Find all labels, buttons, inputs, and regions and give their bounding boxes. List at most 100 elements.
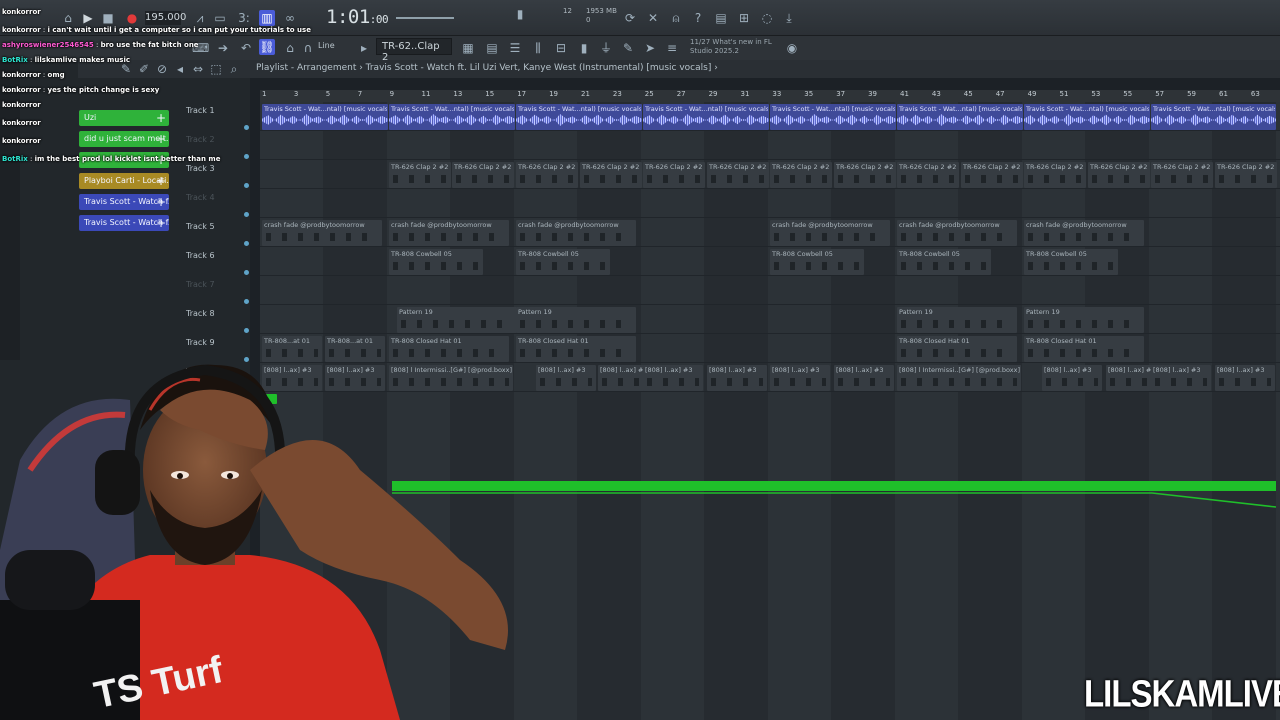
pattern-clip[interactable]: TR-626 Clap 2 #2: [1151, 162, 1213, 188]
pattern-selector[interactable]: TR-62..Clap 2: [376, 38, 452, 63]
browser-icon[interactable]: ⊟: [553, 40, 569, 56]
track-lane[interactable]: [260, 131, 1280, 160]
track-mute-led[interactable]: [244, 154, 249, 159]
pattern-clip[interactable]: TR-626 Clap 2 #2: [389, 162, 451, 188]
pattern-clip[interactable]: [808] l Intermissi..[G#] [@prod.boxx]: [897, 365, 1021, 391]
chat-username[interactable]: konkorror: [2, 71, 41, 79]
pattern-clip[interactable]: crash fade @prodbytoomorrow: [897, 220, 1017, 246]
brush-icon[interactable]: ✐: [136, 61, 152, 77]
pattern-clip[interactable]: [808] l..ax] #3: [707, 365, 767, 391]
pattern-clip[interactable]: TR-808 Closed Hat 01: [1024, 336, 1144, 362]
piano-roll-icon[interactable]: ▦: [460, 40, 476, 56]
pattern-clip[interactable]: TR-808 Cowbell 05: [897, 249, 991, 275]
picker-clip-1[interactable]: did u just scam me t... +: [79, 131, 169, 147]
picker-clip-4[interactable]: Travis Scott - Watch f... +: [79, 194, 169, 210]
pattern-clip[interactable]: TR-626 Clap 2 #2: [1088, 162, 1150, 188]
chat-username[interactable]: konkorror: [2, 101, 41, 109]
pattern-clip[interactable]: crash fade @prodbytoomorrow: [770, 220, 890, 246]
pattern-clip[interactable]: TR-626 Clap 2 #2: [1024, 162, 1086, 188]
add-icon[interactable]: +: [156, 215, 166, 231]
pattern-clip[interactable]: TR-626 Clap 2 #2: [770, 162, 832, 188]
add-icon[interactable]: +: [156, 110, 166, 126]
pattern-clip[interactable]: crash fade @prodbytoomorrow: [1024, 220, 1144, 246]
pat-song-toggle-icon[interactable]: ⌂: [60, 10, 76, 26]
audio-clip[interactable]: Travis Scott - Wat...ntal) [music vocals…: [516, 104, 642, 130]
add-icon[interactable]: +: [156, 173, 166, 189]
track-mute-led[interactable]: [244, 299, 249, 304]
pattern-clip[interactable]: TR-626 Clap 2 #2: [897, 162, 959, 188]
touch-icon[interactable]: ➤: [642, 40, 658, 56]
zoom-icon[interactable]: ⌕: [226, 61, 242, 77]
track-header-1[interactable]: Track 1: [186, 106, 215, 115]
chat-username[interactable]: ashyroswiener2546545: [2, 41, 94, 49]
audio-clip[interactable]: Travis Scott - Wat...ntal) [music vocals…: [389, 104, 515, 130]
pattern-clip[interactable]: [808] l..ax] #3: [536, 365, 596, 391]
pattern-clip[interactable]: Pattern 19: [516, 307, 636, 333]
play-pattern-icon[interactable]: ▸: [356, 40, 372, 56]
delete-icon[interactable]: ⊘: [154, 61, 170, 77]
undo-icon[interactable]: ↶: [238, 40, 254, 56]
track-mute-led[interactable]: [244, 125, 249, 130]
pattern-clip[interactable]: [808] l..ax] #3: [643, 365, 703, 391]
channel-rack-icon[interactable]: ▤: [484, 40, 500, 56]
record-button[interactable]: ●: [124, 10, 140, 26]
tools-icon[interactable]: ✕: [645, 10, 661, 26]
pattern-clip[interactable]: Pattern 19: [397, 307, 517, 333]
download-icon[interactable]: ⤓: [781, 10, 797, 26]
chat-username[interactable]: BotRix: [2, 155, 28, 163]
track-mute-led[interactable]: [244, 241, 249, 246]
track-mute-led[interactable]: [244, 212, 249, 217]
pattern-clip[interactable]: crash fade @prodbytoomorrow: [516, 220, 636, 246]
mixer-tool-icon[interactable]: ⫼: [530, 40, 546, 56]
add-icon[interactable]: +: [156, 131, 166, 147]
loop-record-icon[interactable]: ∞: [282, 10, 298, 26]
track-mute-led[interactable]: [244, 328, 249, 333]
snap-magnet-icon[interactable]: ∩: [300, 40, 316, 56]
audio-clip[interactable]: Travis Scott - Wat...ntal) [music vocals…: [262, 104, 388, 130]
picker-clip-5[interactable]: Travis Scott - Watch f... +: [79, 215, 169, 231]
chat-username[interactable]: konkorror: [2, 26, 41, 34]
news-panel[interactable]: 11/27 What's new in FL Studio 2025.2: [690, 38, 772, 56]
track-header-9[interactable]: Track 9: [186, 338, 215, 347]
automation-clip[interactable]: [392, 481, 1276, 491]
pattern-clip[interactable]: TR-808 Closed Hat 01: [516, 336, 636, 362]
pattern-clip[interactable]: TR-626 Clap 2 #2: [452, 162, 514, 188]
track-header-5[interactable]: Track 5: [186, 222, 215, 231]
pattern-clip[interactable]: crash fade @prodbytoomorrow: [262, 220, 382, 246]
track-lane[interactable]: [260, 276, 1280, 305]
mixer-icon[interactable]: ⊞: [736, 10, 752, 26]
pattern-clip[interactable]: [808] l..ax] #3: [1042, 365, 1102, 391]
refresh-icon[interactable]: ⟳: [622, 10, 638, 26]
track-header-8[interactable]: Track 8: [186, 309, 215, 318]
pattern-clip[interactable]: [808] l..ax] #3: [1215, 365, 1275, 391]
pattern-clip[interactable]: [808] l..ax] #3: [1151, 365, 1211, 391]
track-header-7[interactable]: Track 7: [186, 280, 215, 289]
playlist-icon[interactable]: ☰: [507, 40, 523, 56]
master-pitch-slider[interactable]: [396, 17, 454, 19]
play-button[interactable]: ▶: [80, 10, 96, 26]
slip-icon[interactable]: ⇔: [190, 61, 206, 77]
help-icon[interactable]: ?: [690, 10, 706, 26]
chat-username[interactable]: konkorror: [2, 119, 41, 127]
chat-username[interactable]: BotRix: [2, 56, 28, 64]
plug-icon[interactable]: ⏚: [598, 40, 614, 56]
chat-username[interactable]: konkorror: [2, 8, 41, 16]
save-icon[interactable]: ▤: [713, 10, 729, 26]
track-header-4[interactable]: Track 4: [186, 193, 215, 202]
track-header-3[interactable]: Track 3: [186, 164, 215, 173]
track-mute-led[interactable]: [244, 183, 249, 188]
pattern-clip[interactable]: TR-626 Clap 2 #2: [580, 162, 642, 188]
stamp-icon[interactable]: ⌂: [282, 40, 298, 56]
audio-clip[interactable]: Travis Scott - Wat...ntal) [music vocals…: [1024, 104, 1150, 130]
chat-icon[interactable]: ◌: [759, 10, 775, 26]
pattern-clip[interactable]: TR-808 Cowbell 05: [516, 249, 610, 275]
pattern-clip[interactable]: crash fade @prodbytoomorrow: [389, 220, 509, 246]
pattern-clip[interactable]: TR-626 Clap 2 #2: [643, 162, 705, 188]
pattern-clip[interactable]: TR-626 Clap 2 #2: [707, 162, 769, 188]
chat-username[interactable]: konkorror: [2, 86, 41, 94]
pattern-clip[interactable]: TR-626 Clap 2 #2: [834, 162, 896, 188]
link-icon[interactable]: ⛓: [259, 39, 275, 55]
pattern-clip[interactable]: Pattern 19: [897, 307, 1017, 333]
pattern-clip[interactable]: Pattern 19: [1024, 307, 1144, 333]
audio-clip[interactable]: Travis Scott - Wat...ntal) [music vocals…: [643, 104, 769, 130]
